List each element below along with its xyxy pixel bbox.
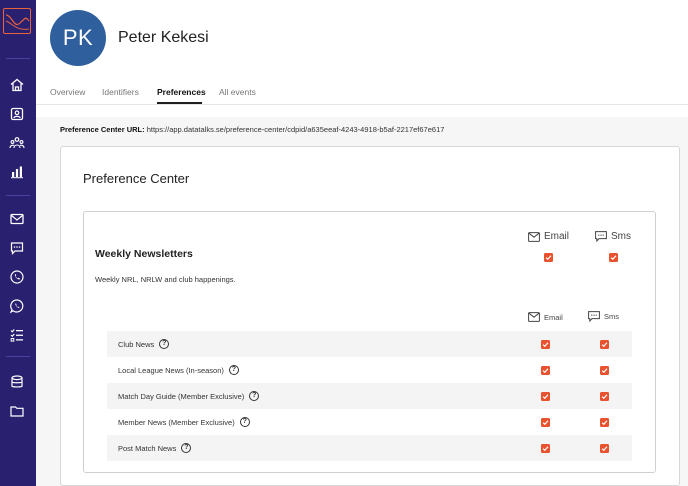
sidebar [0, 0, 36, 486]
item-sms-checkbox[interactable] [600, 340, 609, 349]
group-sms-header: Sms [595, 231, 631, 242]
home-icon[interactable] [7, 75, 27, 95]
items-email-header: Email [528, 312, 563, 322]
list-item: Member News (Member Exclusive)? [107, 409, 632, 435]
database-icon[interactable] [7, 372, 27, 392]
chat-icon [588, 311, 600, 322]
check-icon [542, 420, 549, 426]
sidebar-divider [6, 356, 30, 357]
check-icon [601, 342, 608, 348]
tab-identifiers[interactable]: Identifiers [102, 87, 139, 97]
tab-overview[interactable]: Overview [50, 87, 85, 97]
item-sms-checkbox[interactable] [600, 418, 609, 427]
avatar: PK [50, 10, 106, 66]
item-email-checkbox[interactable] [541, 340, 550, 349]
item-label: Member News (Member Exclusive) [118, 417, 235, 427]
contact-card-icon[interactable] [7, 104, 27, 124]
item-email-checkbox[interactable] [541, 392, 550, 401]
help-icon[interactable]: ? [159, 339, 170, 349]
check-icon [542, 368, 549, 374]
folder-icon[interactable] [7, 401, 27, 421]
item-email-checkbox[interactable] [541, 366, 550, 375]
check-icon [542, 394, 549, 400]
group-sms-checkbox[interactable] [609, 253, 618, 262]
item-label: Local League News (In-season) [118, 365, 224, 375]
avatar-initials: PK [62, 25, 94, 50]
list-item: Local League News (In-season)? [107, 357, 632, 383]
items-sms-label: Sms [604, 312, 619, 321]
logo-icon[interactable] [3, 8, 31, 34]
help-icon[interactable]: ? [181, 443, 192, 453]
check-icon [601, 394, 608, 400]
phone-icon[interactable] [7, 267, 27, 287]
tab-preferences[interactable]: Preferences [157, 87, 206, 97]
item-email-checkbox[interactable] [541, 418, 550, 427]
preference-url-line: Preference Center URL: https://app.datat… [60, 125, 444, 134]
items-sms-header: Sms [588, 311, 619, 322]
item-label: Post Match News [118, 443, 177, 453]
preference-url-link[interactable]: https://app.datatalks.se/preference-cent… [147, 125, 445, 134]
check-icon [610, 255, 617, 261]
group-sms-label: Sms [611, 231, 631, 242]
group-email-label: Email [544, 231, 570, 242]
tab-divider [36, 104, 688, 105]
sidebar-divider [6, 195, 30, 196]
help-icon[interactable]: ? [249, 391, 260, 401]
list-item: Club News? [107, 331, 632, 357]
list-item: Post Match News? [107, 435, 632, 461]
tab-all-events[interactable]: All events [219, 87, 256, 97]
whatsapp-icon[interactable] [7, 296, 27, 316]
check-icon [601, 368, 608, 374]
item-sms-checkbox[interactable] [600, 392, 609, 401]
profile-name: Peter Kekesi [118, 29, 209, 46]
check-icon [601, 446, 608, 452]
preference-center-title: Preference Center [83, 171, 190, 186]
check-icon [545, 255, 552, 261]
mail-icon [528, 231, 540, 242]
group-title: Weekly Newsletters [95, 248, 193, 260]
list-item: Match Day Guide (Member Exclusive)? [107, 383, 632, 409]
chat-icon[interactable] [7, 238, 27, 258]
item-label: Match Day Guide (Member Exclusive) [118, 391, 245, 401]
item-label: Club News [118, 339, 155, 349]
group-email-checkbox[interactable] [544, 253, 553, 262]
people-icon[interactable] [7, 133, 27, 153]
item-sms-checkbox[interactable] [600, 444, 609, 453]
checklist-icon[interactable] [7, 325, 27, 345]
group-description: Weekly NRL, NRLW and club happenings. [95, 275, 236, 284]
bar-chart-icon[interactable] [7, 162, 27, 182]
item-email-checkbox[interactable] [541, 444, 550, 453]
chat-icon [595, 231, 607, 242]
check-icon [542, 446, 549, 452]
group-email-header: Email [528, 231, 569, 242]
preference-url-label: Preference Center URL: [60, 125, 145, 134]
item-sms-checkbox[interactable] [600, 366, 609, 375]
items-email-label: Email [544, 312, 563, 322]
mail-icon [528, 312, 540, 322]
help-icon[interactable]: ? [239, 417, 250, 427]
sidebar-divider [6, 58, 30, 59]
help-icon[interactable]: ? [228, 365, 239, 375]
check-icon [601, 420, 608, 426]
mail-icon[interactable] [7, 209, 27, 229]
check-icon [542, 342, 549, 348]
